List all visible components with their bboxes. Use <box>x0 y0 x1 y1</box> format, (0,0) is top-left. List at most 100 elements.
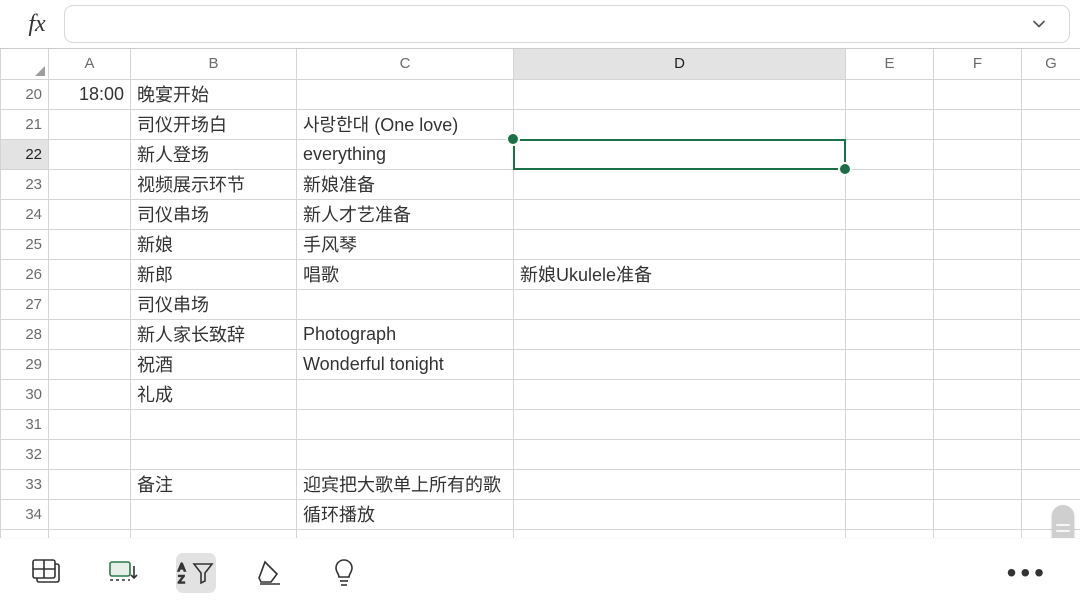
cell-B30[interactable]: 礼成 <box>131 379 297 409</box>
row-header[interactable]: 22 <box>1 139 49 169</box>
chevron-down-icon[interactable] <box>1021 14 1057 34</box>
cell-B20[interactable]: 晚宴开始 <box>131 79 297 109</box>
cell-C26[interactable]: 唱歌 <box>297 259 514 289</box>
row-header[interactable]: 29 <box>1 349 49 379</box>
cell-F25[interactable] <box>934 229 1022 259</box>
cell-F27[interactable] <box>934 289 1022 319</box>
cell-E22[interactable] <box>846 139 934 169</box>
cell-A32[interactable] <box>49 439 131 469</box>
cell-D30[interactable] <box>514 379 846 409</box>
cell-D26[interactable]: 新娘Ukulele准备 <box>514 259 846 289</box>
row-header[interactable]: 25 <box>1 229 49 259</box>
cell-A26[interactable] <box>49 259 131 289</box>
cell-G21[interactable] <box>1022 109 1080 139</box>
cell-G30[interactable] <box>1022 379 1080 409</box>
cell-F29[interactable] <box>934 349 1022 379</box>
cell-F31[interactable] <box>934 409 1022 439</box>
cell-D25[interactable] <box>514 229 846 259</box>
cell-E28[interactable] <box>846 319 934 349</box>
cell-F35[interactable] <box>934 529 1022 538</box>
cell-E23[interactable] <box>846 169 934 199</box>
row-header[interactable]: 34 <box>1 499 49 529</box>
cell-A20[interactable]: 18:00 <box>49 79 131 109</box>
autofit-icon[interactable] <box>102 553 142 593</box>
row-header[interactable]: 28 <box>1 319 49 349</box>
cell-B23[interactable]: 视频展示环节 <box>131 169 297 199</box>
cell-G31[interactable] <box>1022 409 1080 439</box>
cell-F24[interactable] <box>934 199 1022 229</box>
cell-B27[interactable]: 司仪串场 <box>131 289 297 319</box>
formula-input[interactable] <box>77 15 1021 33</box>
cell-D20[interactable] <box>514 79 846 109</box>
col-header-G[interactable]: G <box>1022 49 1080 79</box>
cell-C28[interactable]: Photograph <box>297 319 514 349</box>
clear-icon[interactable] <box>250 553 290 593</box>
cell-E30[interactable] <box>846 379 934 409</box>
cell-C24[interactable]: 新人才艺准备 <box>297 199 514 229</box>
cell-F28[interactable] <box>934 319 1022 349</box>
cell-C30[interactable] <box>297 379 514 409</box>
cell-G20[interactable] <box>1022 79 1080 109</box>
cell-E29[interactable] <box>846 349 934 379</box>
cell-B31[interactable] <box>131 409 297 439</box>
fx-button[interactable]: fx <box>10 11 64 38</box>
cell-F23[interactable] <box>934 169 1022 199</box>
cell-G32[interactable] <box>1022 439 1080 469</box>
cell-A33[interactable] <box>49 469 131 499</box>
cell-F33[interactable] <box>934 469 1022 499</box>
cell-D24[interactable] <box>514 199 846 229</box>
cell-B22[interactable]: 新人登场 <box>131 139 297 169</box>
cell-C31[interactable] <box>297 409 514 439</box>
cell-D35[interactable] <box>514 529 846 538</box>
cell-D29[interactable] <box>514 349 846 379</box>
cell-A31[interactable] <box>49 409 131 439</box>
cell-A25[interactable] <box>49 229 131 259</box>
col-header-B[interactable]: B <box>131 49 297 79</box>
row-header[interactable]: 32 <box>1 439 49 469</box>
cell-G29[interactable] <box>1022 349 1080 379</box>
cell-C34[interactable]: 循环播放 <box>297 499 514 529</box>
cell-D33[interactable] <box>514 469 846 499</box>
cell-E31[interactable] <box>846 409 934 439</box>
row-header[interactable]: 27 <box>1 289 49 319</box>
cell-A27[interactable] <box>49 289 131 319</box>
col-header-F[interactable]: F <box>934 49 1022 79</box>
cell-G27[interactable] <box>1022 289 1080 319</box>
cell-C32[interactable] <box>297 439 514 469</box>
cell-C21[interactable]: 사랑한대 (One love) <box>297 109 514 139</box>
cell-C33[interactable]: 迎宾把大歌单上所有的歌 <box>297 469 514 499</box>
cell-F30[interactable] <box>934 379 1022 409</box>
cell-B25[interactable]: 新娘 <box>131 229 297 259</box>
cell-F32[interactable] <box>934 439 1022 469</box>
cell-D32[interactable] <box>514 439 846 469</box>
cell-F21[interactable] <box>934 109 1022 139</box>
cell-A24[interactable] <box>49 199 131 229</box>
cell-D34[interactable] <box>514 499 846 529</box>
cell-B28[interactable]: 新人家长致辞 <box>131 319 297 349</box>
cell-D28[interactable] <box>514 319 846 349</box>
select-all-corner[interactable] <box>1 49 49 79</box>
sort-filter-icon[interactable]: A Z <box>176 553 216 593</box>
cell-F34[interactable] <box>934 499 1022 529</box>
cell-G23[interactable] <box>1022 169 1080 199</box>
cell-A21[interactable] <box>49 109 131 139</box>
cell-G28[interactable] <box>1022 319 1080 349</box>
cell-A35[interactable] <box>49 529 131 538</box>
cell-C29[interactable]: Wonderful tonight <box>297 349 514 379</box>
cell-B29[interactable]: 祝酒 <box>131 349 297 379</box>
row-header[interactable]: 30 <box>1 379 49 409</box>
cell-B35[interactable] <box>131 529 297 538</box>
row-header[interactable]: 35 <box>1 529 49 538</box>
cell-E35[interactable] <box>846 529 934 538</box>
row-header[interactable]: 20 <box>1 79 49 109</box>
cell-E33[interactable] <box>846 469 934 499</box>
cell-D31[interactable] <box>514 409 846 439</box>
cell-D21[interactable] <box>514 109 846 139</box>
cell-A28[interactable] <box>49 319 131 349</box>
cell-D27[interactable] <box>514 289 846 319</box>
cell-A29[interactable] <box>49 349 131 379</box>
card-view-icon[interactable] <box>28 553 68 593</box>
row-header[interactable]: 24 <box>1 199 49 229</box>
cell-E24[interactable] <box>846 199 934 229</box>
cell-B32[interactable] <box>131 439 297 469</box>
